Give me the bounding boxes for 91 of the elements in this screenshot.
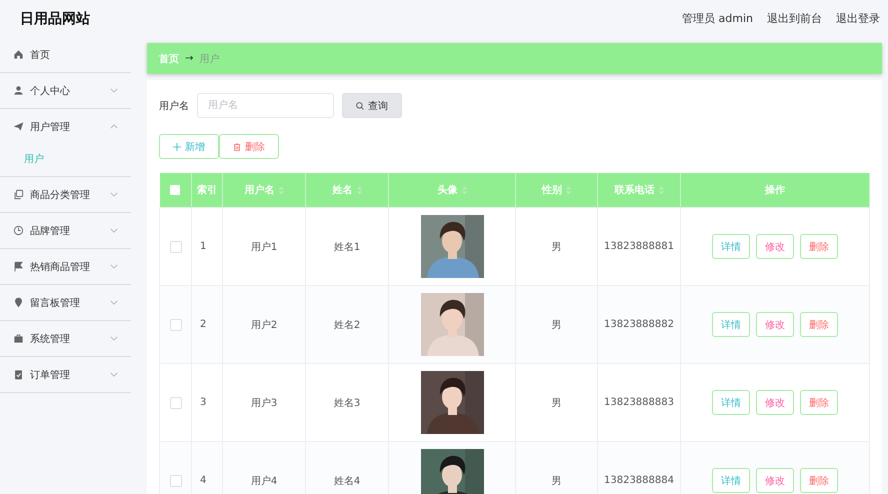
sidebar-item[interactable]: 热销商品管理 (0, 249, 131, 285)
sidebar-item[interactable]: 系统管理 (0, 321, 131, 357)
chevron-down-icon (110, 336, 118, 341)
column-header[interactable]: 联系电话 (598, 173, 680, 208)
row-checkbox[interactable] (170, 240, 182, 252)
table-cell: 13823888884 (604, 475, 674, 486)
table-cell: 姓名3 (334, 398, 360, 408)
column-header[interactable]: 性别 (516, 173, 598, 208)
sort-icon[interactable] (658, 186, 664, 195)
chevron-down-icon (110, 192, 118, 197)
home-icon (13, 49, 24, 60)
clock-icon (13, 225, 24, 236)
trash-icon (233, 142, 241, 150)
edit-button[interactable]: 修改 (756, 312, 794, 337)
sidebar-item[interactable]: 订单管理 (0, 357, 131, 393)
table-cell: 姓名2 (334, 320, 360, 330)
edit-button[interactable]: 修改 (756, 390, 794, 415)
search-button[interactable]: 查询 (342, 93, 402, 118)
header-link[interactable]: 退出到前台 (767, 11, 822, 26)
breadcrumb-item[interactable]: 首页 (159, 52, 179, 66)
details-button[interactable]: 详情 (712, 468, 750, 493)
chevron-down-icon (110, 88, 118, 93)
search-field[interactable]: 用户名 (197, 93, 334, 118)
table-cell: 男 (552, 398, 562, 408)
table-cell: 用户2 (250, 320, 278, 330)
column-header: 索引 (192, 173, 222, 208)
table-cell: 姓名4 (334, 476, 360, 486)
table-cell: 男 (552, 476, 562, 486)
breadcrumb-item: 用户 (199, 52, 220, 66)
column-header[interactable]: 姓名 (306, 173, 388, 208)
chevron-up-icon (110, 124, 118, 129)
clipboard-icon (13, 369, 24, 380)
sidebar-item[interactable]: 商品分类管理 (0, 177, 131, 213)
table-cell: 男 (552, 320, 562, 330)
column-header[interactable]: 头像 (388, 173, 516, 208)
table-cell: 4 (200, 475, 206, 486)
table-cell: 用户3 (250, 398, 278, 408)
table-cell: 姓名1 (334, 242, 360, 252)
table-cell: 用户4 (250, 476, 278, 486)
select-all-checkbox[interactable] (170, 184, 180, 195)
table-cell: 2 (200, 319, 206, 330)
delete-button[interactable]: 删除 (800, 390, 838, 415)
breadcrumb-separator: → (185, 53, 194, 64)
table-cell: 3 (200, 397, 206, 408)
sort-icon[interactable] (356, 186, 362, 195)
table-cell: 用户1 (250, 242, 278, 252)
table-cell: 1 (200, 241, 206, 252)
chevron-down-icon (110, 300, 118, 305)
admin-label: 管理员 admin (682, 11, 753, 26)
copy-icon (13, 189, 24, 200)
plus-icon (173, 142, 181, 150)
sidebar-item[interactable]: 个人中心 (0, 73, 131, 109)
edit-button[interactable]: 修改 (756, 234, 794, 259)
delete-button[interactable]: 删除 (800, 468, 838, 493)
details-button[interactable]: 详情 (712, 390, 750, 415)
details-button[interactable]: 详情 (712, 234, 750, 259)
sidebar-item[interactable]: 留言板管理 (0, 285, 131, 321)
sort-icon[interactable] (278, 186, 284, 195)
column-header[interactable]: 用户名 (222, 173, 306, 208)
table-cell: 13823888881 (604, 241, 674, 252)
sidebar-item[interactable]: 首页 (0, 37, 131, 73)
flag-icon (13, 261, 24, 272)
table-cell: 13823888882 (604, 319, 674, 330)
sort-icon[interactable] (566, 186, 571, 195)
briefcase-icon (13, 333, 24, 344)
chevron-down-icon (110, 228, 118, 233)
sidebar-item[interactable]: 品牌管理 (0, 213, 131, 249)
chevron-down-icon (110, 264, 118, 269)
header-link[interactable]: 退出登录 (836, 11, 880, 26)
search-label: 用户名 (159, 100, 189, 112)
row-checkbox[interactable] (170, 318, 182, 330)
sort-icon[interactable] (462, 186, 466, 195)
delete-button[interactable]: 删除 (800, 234, 838, 259)
delete-button[interactable]: 删除 (219, 134, 279, 159)
site-title: 日用品网站 (20, 10, 90, 28)
search-icon (356, 102, 364, 110)
table-cell: 男 (552, 242, 562, 252)
table-cell: 13823888883 (604, 397, 674, 408)
person-icon (13, 85, 24, 96)
row-checkbox[interactable] (170, 474, 182, 486)
details-button[interactable]: 详情 (712, 312, 750, 337)
column-header: 操作 (680, 173, 870, 208)
delete-button[interactable]: 删除 (800, 312, 838, 337)
sidebar-subitem[interactable]: 用户 (0, 144, 131, 177)
chevron-down-icon (110, 372, 118, 377)
sidebar-item[interactable]: 用户管理 (0, 109, 131, 144)
paper-plane-icon (13, 121, 24, 132)
edit-button[interactable]: 修改 (756, 468, 794, 493)
location-pin-icon (13, 297, 24, 308)
add-button[interactable]: 新增 (159, 134, 219, 159)
row-checkbox[interactable] (170, 396, 182, 408)
